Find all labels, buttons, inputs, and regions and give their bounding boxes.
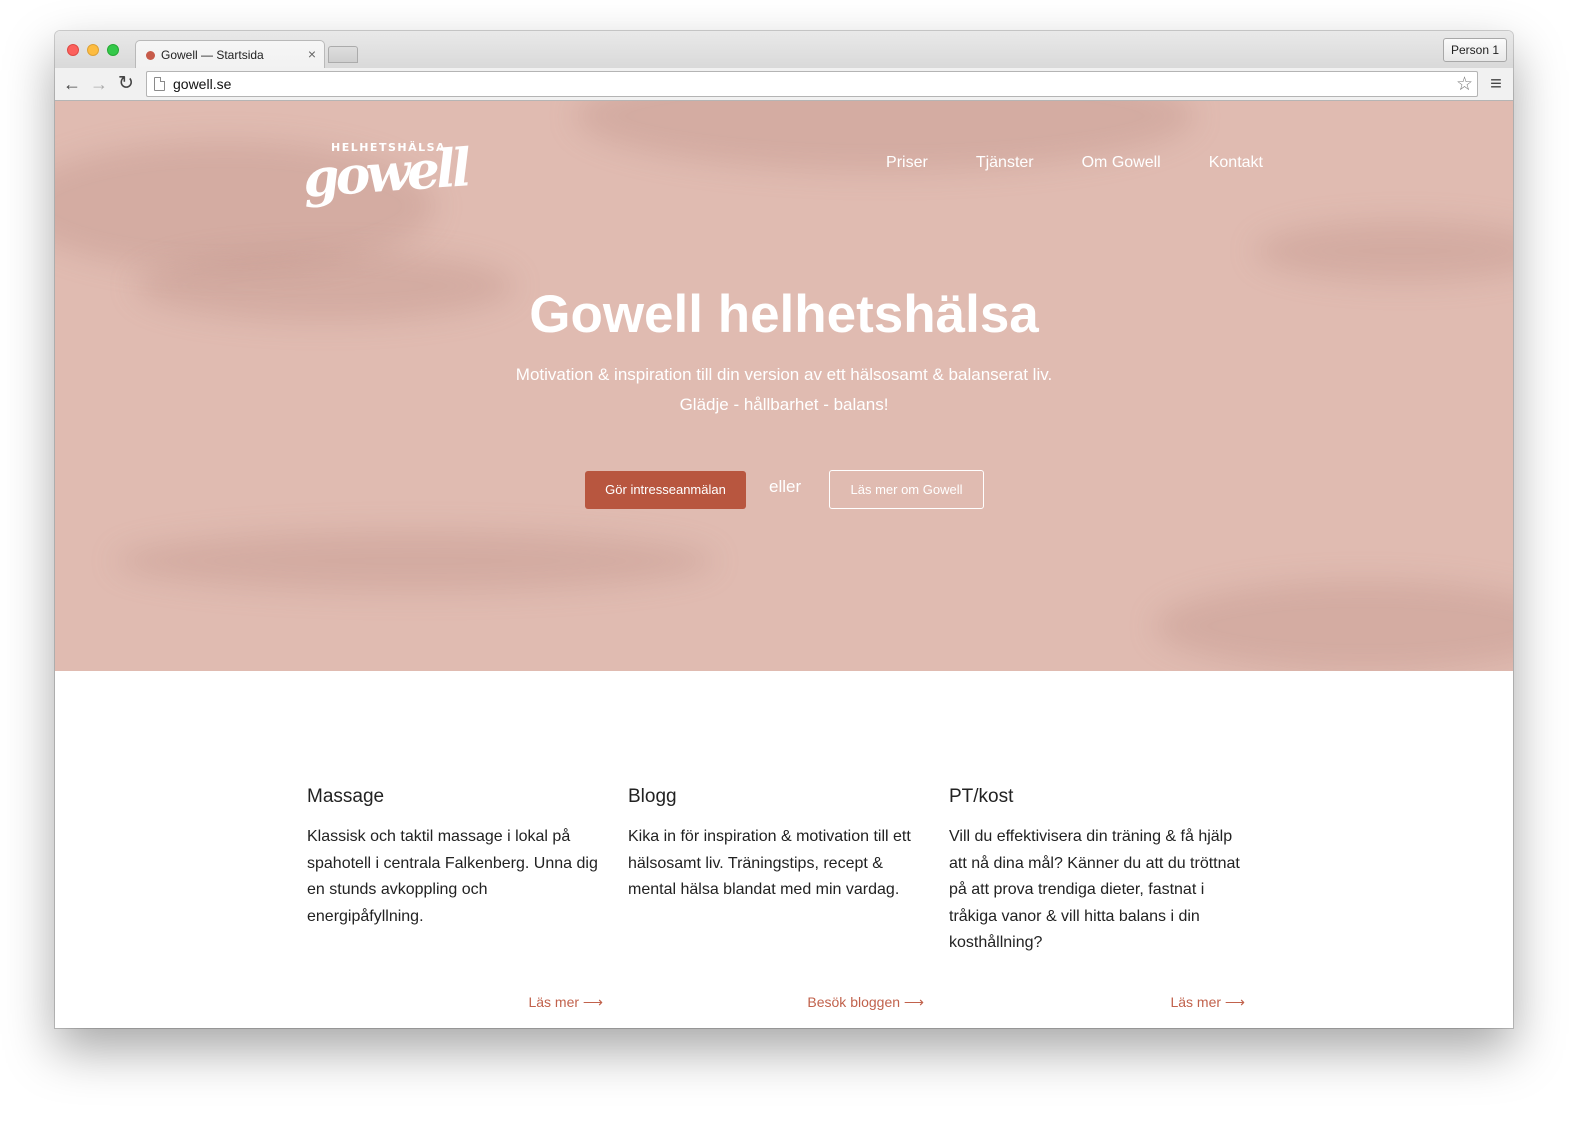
feature-text: Vill du effektivisera din träning & få h…	[949, 828, 1240, 951]
link-label: Läs mer	[1170, 994, 1222, 1010]
main-nav: Priser Tjänster Om Gowell Kontakt	[886, 154, 1263, 172]
pt-kost-read-more-link[interactable]: Läs mer ⟶	[1170, 994, 1245, 1011]
link-label: Besök bloggen	[807, 994, 901, 1010]
tab-active[interactable]: Gowell — Startsida ×	[135, 40, 325, 69]
cloud-decoration	[115, 531, 715, 591]
nav-item-priser[interactable]: Priser	[886, 154, 928, 172]
cloud-decoration	[1155, 581, 1513, 671]
tab-close-icon[interactable]: ×	[308, 46, 316, 62]
maximize-window-icon[interactable]	[107, 44, 119, 56]
visit-blog-link[interactable]: Besök bloggen ⟶	[807, 994, 924, 1011]
feature-title: Massage	[307, 786, 385, 807]
tab-title: Gowell — Startsida	[161, 48, 264, 62]
read-more-gowell-button[interactable]: Läs mer om Gowell	[829, 470, 984, 509]
feature-text: Kika in för inspiration & motivation til…	[628, 828, 911, 898]
browser-toolbar: ← → ↻ gowell.se ☆ ≡	[55, 68, 1513, 101]
favicon-icon	[146, 51, 155, 60]
page-content: HELHETSHÄLSA gowell Priser Tjänster Om G…	[55, 101, 1513, 1028]
arrow-right-icon: ⟶	[1224, 994, 1245, 1010]
interest-signup-button[interactable]: Gör intresseanmälan	[585, 471, 746, 509]
feature-title: PT/kost	[949, 786, 1014, 807]
site-logo[interactable]: HELHETSHÄLSA gowell	[301, 137, 469, 217]
feature-blogg: Blogg Kika in för inspiration & motivati…	[628, 786, 928, 1010]
nav-item-tjanster[interactable]: Tjänster	[976, 154, 1034, 172]
arrow-right-icon: ⟶	[582, 994, 603, 1010]
hero-subtitle-line2: Glädje - hållbarhet - balans!	[679, 395, 889, 414]
profile-button[interactable]: Person 1	[1442, 38, 1507, 62]
link-label: Läs mer	[528, 994, 580, 1010]
arrow-right-icon: ⟶	[903, 994, 924, 1010]
massage-read-more-link[interactable]: Läs mer ⟶	[528, 994, 603, 1011]
close-window-icon[interactable]	[67, 44, 79, 56]
feature-massage: Massage Klassisk och taktil massage i lo…	[307, 786, 607, 1010]
hero-title: Gowell helhetshälsa	[529, 285, 1039, 344]
back-arrow-icon[interactable]: ←	[61, 72, 83, 96]
hamburger-menu-icon[interactable]: ≡	[1487, 73, 1505, 95]
reload-icon[interactable]: ↻	[115, 72, 137, 96]
feature-pt-kost: PT/kost Vill du effektivisera din tränin…	[949, 786, 1249, 1010]
address-bar[interactable]: gowell.se ☆	[146, 71, 1478, 97]
url-text[interactable]: gowell.se	[173, 76, 231, 92]
tab-strip: Gowell — Startsida × Person 1	[55, 31, 1513, 69]
cta-or-text: eller	[769, 477, 802, 496]
cloud-decoration	[1255, 221, 1513, 281]
logo-wordmark: gowell	[301, 137, 470, 210]
feature-title: Blogg	[628, 786, 677, 807]
minimize-window-icon[interactable]	[87, 44, 99, 56]
new-tab-button[interactable]	[328, 46, 358, 63]
page-icon	[154, 77, 165, 91]
hero-subtitle-line1: Motivation & inspiration till din versio…	[515, 365, 1053, 384]
browser-window: Gowell — Startsida × Person 1 ← → ↻ gowe…	[55, 31, 1513, 1028]
hero-section: HELHETSHÄLSA gowell Priser Tjänster Om G…	[55, 101, 1513, 671]
feature-text: Klassisk och taktil massage i lokal på s…	[307, 828, 598, 925]
nav-item-kontakt[interactable]: Kontakt	[1209, 154, 1263, 172]
nav-item-om-gowell[interactable]: Om Gowell	[1082, 154, 1161, 172]
forward-arrow-icon[interactable]: →	[88, 72, 110, 96]
bookmark-star-icon[interactable]: ☆	[1456, 73, 1473, 96]
